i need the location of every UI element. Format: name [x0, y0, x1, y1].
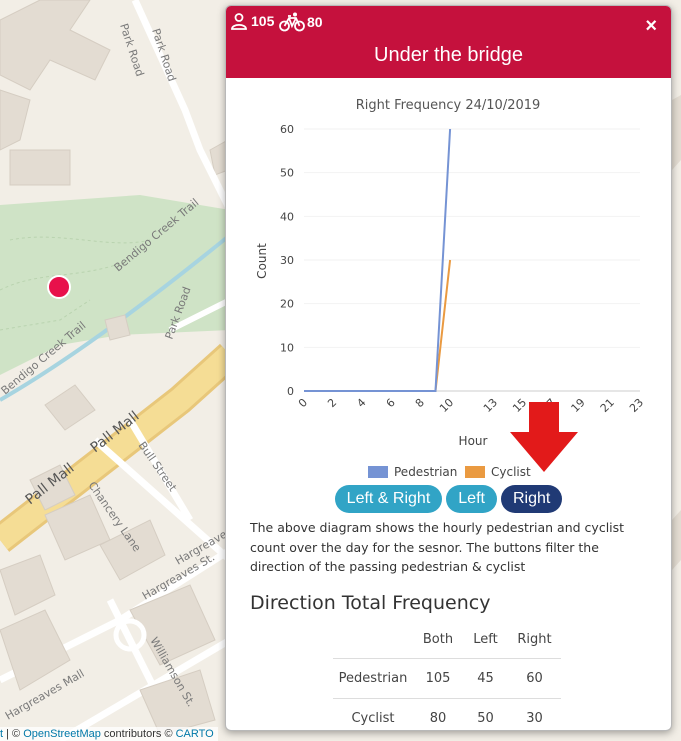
legend-label: Pedestrian [394, 465, 457, 479]
legend-swatch [368, 466, 388, 478]
close-button[interactable]: × [645, 16, 657, 36]
x-tick-label: 23 [627, 396, 646, 415]
x-tick-label: 13 [481, 396, 500, 415]
series-line-cyclist [304, 259, 452, 392]
filter-left-right-button[interactable]: Left & Right [334, 485, 443, 513]
x-tick-label: 2 [325, 396, 339, 410]
y-tick-label: 30 [280, 254, 294, 267]
sensor-marker[interactable] [47, 275, 71, 299]
table-cell: 45 [477, 670, 494, 686]
x-tick-label: 4 [354, 396, 368, 410]
popup-title: Under the bridge [374, 44, 523, 66]
x-tick-label: 10 [437, 396, 456, 415]
table-cell: 60 [526, 670, 543, 686]
chart-description: The above diagram shows the hourly pedes… [250, 520, 625, 574]
table-cell: 80 [429, 710, 447, 726]
table-row: Cyclist 80 50 30 [333, 698, 561, 730]
y-tick-label: 10 [280, 341, 294, 354]
bicycle-icon [279, 12, 305, 32]
frequency-chart: Right Frequency 24/10/2019 0102030405060… [255, 98, 646, 479]
x-tick-label: 8 [413, 396, 427, 410]
cyclist-stat: 80 [279, 12, 323, 32]
y-tick-label: 20 [280, 298, 294, 311]
table-heading: Direction Total Frequency [250, 592, 491, 614]
frequency-table: Both Left Right Pedestrian 105 45 60 Cyc… [333, 622, 561, 730]
table-header-row: Both Left Right [333, 622, 561, 658]
table-cell: Pedestrian [338, 670, 408, 686]
x-tick-label: 6 [384, 396, 398, 410]
x-tick-label: 21 [598, 396, 617, 415]
legend-swatch [465, 466, 485, 478]
cyclist-count: 80 [307, 14, 323, 30]
table-header: Both [422, 632, 454, 648]
pedestrian-icon [230, 12, 248, 30]
x-axis-label: Hour [459, 434, 488, 448]
y-axis-label: Count [255, 243, 269, 279]
direction-filter: Left & Right Left Right [226, 485, 671, 513]
chart-legend: Pedestrian Cyclist [368, 465, 531, 479]
table-header [333, 622, 413, 658]
chart-title: Right Frequency 24/10/2019 [356, 98, 541, 113]
filter-left-button[interactable]: Left [446, 485, 497, 513]
table-cell: 30 [526, 710, 543, 726]
y-tick-label: 50 [280, 167, 294, 180]
table-cell: 105 [425, 670, 451, 686]
map-attribution: t | © OpenStreetMap contributors © CARTO [0, 727, 218, 741]
pedestrian-count: 105 [251, 13, 275, 29]
x-axis: 0246810131517192123 [296, 396, 646, 415]
x-tick-label: 0 [296, 396, 310, 410]
attribution-text: contributors © [100, 728, 176, 740]
table-row: Pedestrian 105 45 60 [333, 658, 561, 698]
sensor-popup: 105 80 × Under the bridge Right Frequenc… [225, 5, 672, 731]
y-tick-label: 40 [280, 210, 294, 223]
y-axis: 0 10 20 30 40 50 60 [280, 123, 640, 398]
annotation-arrow-icon [510, 402, 578, 472]
filter-right-button[interactable]: Right [500, 485, 563, 513]
carto-link[interactable]: CARTO [176, 728, 214, 740]
table-cell: 50 [477, 710, 494, 726]
y-tick-label: 0 [287, 385, 294, 398]
pedestrian-stat: 105 [230, 12, 274, 30]
table-header: Right [517, 632, 552, 648]
table-cell: Cyclist [351, 710, 395, 726]
attribution-separator: | © [3, 728, 24, 740]
popup-header: 105 80 × Under the bridge [226, 6, 671, 78]
table-header: Left [473, 632, 498, 648]
openstreetmap-link[interactable]: OpenStreetMap [23, 728, 101, 740]
y-tick-label: 60 [280, 123, 294, 136]
